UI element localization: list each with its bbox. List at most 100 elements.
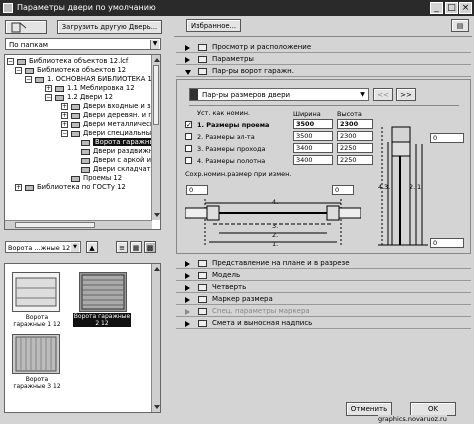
scroll-up-icon[interactable] <box>154 58 160 62</box>
chevron-down-icon[interactable]: ▼ <box>150 40 159 49</box>
large-icons-button[interactable]: ▦ <box>130 241 142 253</box>
expand-icon[interactable]: + <box>61 112 68 119</box>
section-reveal[interactable]: Четверть <box>176 282 471 293</box>
tree-item[interactable]: −1. ОСНОВНАЯ БИБЛИОТЕКА 12 <box>25 75 156 84</box>
expand-arrow-icon[interactable] <box>185 285 190 291</box>
row2-checkbox[interactable] <box>185 133 192 140</box>
tree-item[interactable]: Двери раздвижные <box>81 147 160 156</box>
section-plan-representation[interactable]: Представление на плане и в разрезе <box>176 258 471 269</box>
row4-height-input[interactable]: 2250 <box>337 155 373 165</box>
library-tree[interactable]: − Библиотека объектов 12.lcf − Библиотека … <box>4 54 161 230</box>
expand-arrow-icon[interactable] <box>185 297 190 303</box>
tree-horizontal-scrollbar[interactable] <box>5 220 152 229</box>
load-other-door-button[interactable]: Загрузить другую Дверь... <box>57 20 162 34</box>
tree-item[interactable]: +1.1 Меблировка 12 <box>45 84 135 93</box>
right-offset-input[interactable]: 0 <box>332 185 354 195</box>
list-view-button[interactable]: ≡ <box>116 241 128 253</box>
collapse-arrow-icon[interactable] <box>185 70 191 75</box>
folder-view-select[interactable]: По папкам ▼ <box>5 38 161 50</box>
next-page-button[interactable]: >> <box>396 88 416 101</box>
tree-item[interactable]: −1.2 Двери 12 <box>45 93 113 102</box>
chevron-down-icon[interactable]: ▼ <box>71 243 79 252</box>
section-gate-parameters[interactable]: Пар-ры ворот гаражн. <box>176 66 471 77</box>
row2-width-input[interactable]: 3500 <box>293 131 333 141</box>
object-browser[interactable]: Ворота гаражные 1 12 Ворота гаражные 2 1… <box>4 263 161 413</box>
folder-icon <box>35 77 44 83</box>
tree-item[interactable]: Двери складчатые <box>81 165 160 174</box>
small-icons-button[interactable]: ▩ <box>144 241 156 253</box>
collapse-icon[interactable]: − <box>7 58 14 65</box>
tree-item[interactable]: − Библиотека объектов 12 <box>15 66 126 75</box>
scroll-up-icon[interactable] <box>154 267 160 271</box>
expand-arrow-icon[interactable] <box>185 261 190 267</box>
tree-vertical-scrollbar[interactable] <box>151 55 160 220</box>
tree-item[interactable]: +Двери деревян. и пластик. <box>61 111 160 120</box>
section-dimension-marker[interactable]: Маркер размера <box>176 294 471 305</box>
tree-item[interactable]: +Двери входные и запасные <box>61 102 160 111</box>
row1-checkbox[interactable]: ✓ <box>185 121 192 129</box>
thumbnail-gate-2[interactable] <box>79 272 127 312</box>
expand-arrow-icon[interactable] <box>185 57 190 63</box>
folder-view-value: По папкам <box>9 41 49 49</box>
expand-arrow-icon[interactable] <box>185 45 190 51</box>
browser-vertical-scrollbar[interactable] <box>151 264 160 412</box>
scroll-thumb[interactable] <box>153 65 159 125</box>
scroll-down-icon[interactable] <box>154 405 160 409</box>
left-offset-input[interactable]: 0 <box>186 185 208 195</box>
section-schedule-label[interactable]: Смета и выносная надпись <box>176 318 471 329</box>
cancel-button[interactable]: Отменить <box>346 402 392 416</box>
collapse-icon[interactable]: − <box>61 130 68 137</box>
side-offset-input[interactable]: 0 <box>430 133 464 143</box>
dim-label-3: 3. <box>272 222 279 230</box>
row1-height-input[interactable]: 2300 <box>337 119 373 129</box>
title-bar: Параметры двери по умолчанию _ □ × <box>0 0 474 16</box>
section-view-placement[interactable]: Просмотр и расположение <box>176 42 471 53</box>
expand-icon[interactable]: + <box>15 184 22 191</box>
expand-icon[interactable]: + <box>61 103 68 110</box>
bottom-offset-input[interactable]: 0 <box>430 238 464 248</box>
app-icon <box>3 3 13 13</box>
prev-page-button[interactable]: << <box>373 88 393 101</box>
folder-up-button[interactable]: ▲ <box>86 241 98 253</box>
tree-item[interactable]: Проемы 12 <box>61 174 122 183</box>
minimize-button[interactable]: _ <box>430 2 443 14</box>
tree-item[interactable]: − Двери специальные 12 <box>61 129 160 138</box>
section-marker-special[interactable]: Спец. параметры маркера <box>176 306 471 317</box>
row2-height-input[interactable]: 2300 <box>337 131 373 141</box>
expand-arrow-icon[interactable] <box>185 273 190 279</box>
collapse-icon[interactable]: − <box>25 76 32 83</box>
sizes-dropdown[interactable]: Пар-ры размеров двери ▼ <box>189 88 369 101</box>
expand-icon[interactable]: + <box>45 85 52 92</box>
maximize-button[interactable]: □ <box>445 2 458 14</box>
thumbnail-gate-3[interactable] <box>12 334 60 374</box>
tree-item[interactable]: Двери с аркой и вент. <box>81 156 160 165</box>
thumbnail-gate-1[interactable] <box>12 272 60 312</box>
folder-dropdown[interactable]: Ворота ...жные 12 ▼ <box>5 241 81 253</box>
ok-button[interactable]: OK <box>410 402 456 416</box>
settings-button[interactable]: ▤ <box>451 19 469 32</box>
close-button[interactable]: × <box>459 2 472 14</box>
section-parameters[interactable]: Параметры <box>176 54 471 65</box>
scroll-thumb[interactable] <box>15 222 95 228</box>
tree-item-selected[interactable]: Ворота гаражные 12 <box>81 138 160 147</box>
tree-item[interactable]: + Библиотека по ГОСТу 12 <box>15 183 126 192</box>
expand-arrow-icon[interactable] <box>185 321 190 327</box>
chevron-down-icon[interactable]: ▼ <box>358 90 367 99</box>
collapse-icon[interactable]: − <box>45 94 52 101</box>
section-model[interactable]: Модель <box>176 270 471 281</box>
tree-item[interactable]: − Библиотека объектов 12.lcf <box>7 57 128 66</box>
favorites-button[interactable]: Избранное... <box>186 19 241 32</box>
tree-item[interactable]: + Двери металлические <box>61 120 160 129</box>
row3-width-input[interactable]: 3400 <box>293 143 333 153</box>
collapse-icon[interactable]: − <box>15 67 22 74</box>
row4-checkbox[interactable] <box>185 157 192 164</box>
row3-checkbox[interactable] <box>185 145 192 152</box>
scroll-down-icon[interactable] <box>154 213 160 217</box>
row3-height-input[interactable]: 2250 <box>337 143 373 153</box>
expand-icon[interactable]: + <box>61 121 68 128</box>
door-preview-button[interactable] <box>5 20 47 34</box>
col-height: Высота <box>337 110 362 118</box>
expand-arrow-icon[interactable] <box>185 309 190 315</box>
row1-width-input[interactable]: 3500 <box>293 119 333 129</box>
row4-width-input[interactable]: 3400 <box>293 155 333 165</box>
